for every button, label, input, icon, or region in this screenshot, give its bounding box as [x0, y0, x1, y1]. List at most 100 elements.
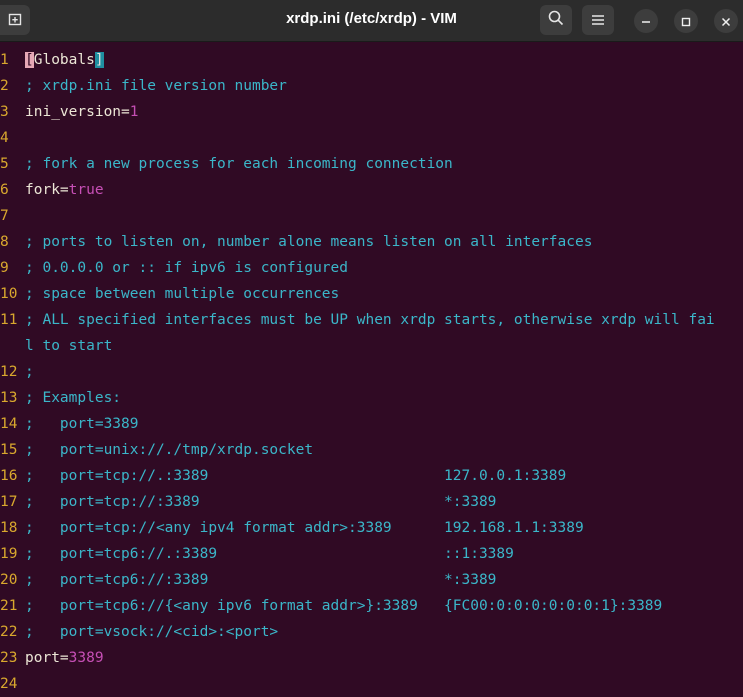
minimize-icon: [641, 12, 651, 31]
code-token: =: [59, 182, 69, 198]
line-text: ; fork a new process for each incoming c…: [25, 151, 453, 177]
line-text: ; port=tcp://.:3389 127.0.0.1:3389: [25, 463, 566, 489]
editor-line[interactable]: 13 ; Examples:: [0, 385, 743, 411]
line-number: 9: [0, 260, 9, 276]
line-text: ; port=tcp6://.:3389 ::1:3389: [25, 541, 514, 567]
code-token: =: [121, 104, 130, 120]
line-number: 6: [0, 182, 9, 198]
hamburger-menu-icon: [591, 11, 605, 30]
editor-line[interactable]: 23 port=3389: [0, 645, 743, 671]
code-token: 3389: [68, 650, 104, 666]
line-number: [0, 333, 18, 359]
code-token: ; port=tcp6://:3389 *:3389: [25, 572, 497, 588]
editor-line[interactable]: 20 ; port=tcp6://:3389 *:3389: [0, 567, 743, 593]
line-number: 24: [0, 676, 18, 692]
line-text: ; ALL specified interfaces must be UP wh…: [25, 307, 715, 333]
line-text: ; port=tcp6://{<any ipv6 format addr>}:3…: [25, 593, 662, 619]
new-tab-icon: [8, 11, 22, 30]
line-number: 7: [0, 208, 9, 224]
line-number: 12: [0, 364, 18, 380]
line-number: 20: [0, 572, 18, 588]
code-token: ]: [94, 52, 104, 68]
editor-line[interactable]: l to start: [0, 333, 743, 359]
line-text: [Globals]: [25, 47, 104, 73]
code-token: ; fork a new process for each incoming c…: [25, 156, 453, 172]
search-icon: [548, 10, 564, 30]
code-token: ; port=tcp://<any ipv4 format addr>:3389…: [25, 520, 584, 536]
code-token: ;: [25, 364, 34, 380]
line-number: 14: [0, 416, 18, 432]
line-text: port=3389: [25, 645, 104, 671]
line-text: l to start: [25, 333, 112, 359]
editor-line[interactable]: 12;: [0, 359, 743, 385]
code-token: ; ALL specified interfaces must be UP wh…: [25, 312, 715, 328]
line-number: 4: [0, 130, 9, 146]
editor-line[interactable]: 9 ; 0.0.0.0 or :: if ipv6 is configured: [0, 255, 743, 281]
maximize-button[interactable]: [674, 9, 698, 33]
line-text: fork=true: [25, 177, 104, 203]
line-text: ; Examples:: [25, 385, 121, 411]
menu-button[interactable]: [582, 5, 614, 35]
editor-line[interactable]: 17 ; port=tcp://:3389 *:3389: [0, 489, 743, 515]
line-text: ; port=unix://./tmp/xrdp.socket: [25, 437, 313, 463]
line-text: ; port=vsock://<cid>:<port>: [25, 619, 278, 645]
code-token: ; 0.0.0.0 or :: if ipv6 is configured: [25, 260, 349, 276]
code-token: ; xrdp.ini file version number: [25, 78, 287, 94]
editor-line[interactable]: 6 fork=true: [0, 177, 743, 203]
editor-line[interactable]: 5 ; fork a new process for each incoming …: [0, 151, 743, 177]
line-text: ;: [25, 359, 34, 385]
code-token: l to start: [25, 338, 113, 354]
editor-line[interactable]: 4: [0, 125, 743, 151]
line-text: ; port=tcp://:3389 *:3389: [25, 489, 496, 515]
line-number: 5: [0, 156, 9, 172]
line-number: 18: [0, 520, 18, 536]
line-number: 17: [0, 494, 18, 510]
vim-editor[interactable]: 1 [Globals] 2 ; xrdp.ini file version numbe…: [0, 47, 743, 697]
editor-line[interactable]: 18 ; port=tcp://<any ipv4 format addr>:33…: [0, 515, 743, 541]
editor-line[interactable]: 7: [0, 203, 743, 229]
editor-line[interactable]: 11 ; ALL specified interfaces must be UP …: [0, 307, 743, 333]
code-token: ; ports to listen on, number alone means…: [25, 234, 593, 250]
editor-line[interactable]: 15 ; port=unix://./tmp/xrdp.socket: [0, 437, 743, 463]
editor-line[interactable]: 14 ; port=3389: [0, 411, 743, 437]
code-token: ; port=3389: [25, 416, 139, 432]
line-number: 10: [0, 286, 18, 302]
code-token: port: [25, 650, 60, 666]
editor-line[interactable]: 1 [Globals]: [0, 47, 743, 73]
editor-line[interactable]: 24: [0, 671, 743, 697]
code-token: Globals: [33, 52, 95, 68]
editor-line[interactable]: 3 ini_version=1: [0, 99, 743, 125]
search-button[interactable]: [540, 5, 572, 35]
line-text: ; ports to listen on, number alone means…: [25, 229, 592, 255]
close-button[interactable]: [714, 9, 738, 33]
code-token: 1: [129, 104, 139, 120]
line-text: ; xrdp.ini file version number: [25, 73, 287, 99]
line-text: ; port=3389: [25, 411, 139, 437]
editor-line[interactable]: 10 ; space between multiple occurrences: [0, 281, 743, 307]
line-number: 13: [0, 390, 18, 406]
new-tab-button[interactable]: [0, 5, 30, 35]
line-text: ini_version=1: [25, 99, 139, 125]
line-number: 23: [0, 650, 18, 666]
line-number: 1: [0, 52, 9, 68]
line-number: 2: [0, 78, 9, 94]
minimize-button[interactable]: [634, 9, 658, 33]
editor-line[interactable]: 8 ; ports to listen on, number alone mean…: [0, 229, 743, 255]
code-token: ; port=tcp://:3389 *:3389: [25, 494, 497, 510]
editor-line[interactable]: 16 ; port=tcp://.:3389 127.0.0.1:3389: [0, 463, 743, 489]
line-number: 15: [0, 442, 18, 458]
code-token: ; port=vsock://<cid>:<port>: [25, 624, 279, 640]
code-token: true: [68, 182, 104, 198]
code-token: ; Examples:: [25, 390, 122, 406]
line-number: 19: [0, 546, 18, 562]
line-text: ; 0.0.0.0 or :: if ipv6 is configured: [25, 255, 348, 281]
code-token: =: [59, 650, 69, 666]
code-token: ; port=tcp6://.:3389 ::1:3389: [25, 546, 514, 562]
code-token: ; port=unix://./tmp/xrdp.socket: [25, 442, 314, 458]
editor-line[interactable]: 22 ; port=vsock://<cid>:<port>: [0, 619, 743, 645]
editor-line[interactable]: 21 ; port=tcp6://{<any ipv6 format addr>}…: [0, 593, 743, 619]
editor-line[interactable]: 19 ; port=tcp6://.:3389 ::1:3389: [0, 541, 743, 567]
line-number: 22: [0, 624, 18, 640]
window-title: xrdp.ini (/etc/xrdp) - VIM: [286, 10, 457, 27]
editor-line[interactable]: 2 ; xrdp.ini file version number: [0, 73, 743, 99]
